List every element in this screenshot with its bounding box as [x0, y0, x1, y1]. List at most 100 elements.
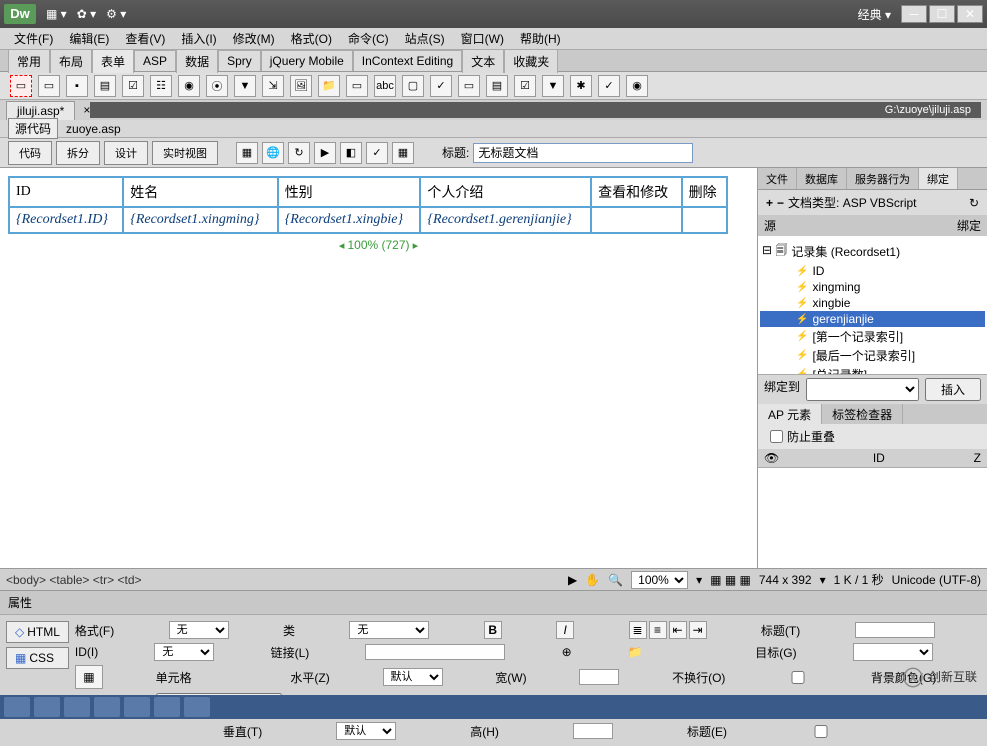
imagefield-icon[interactable]: 🖼	[290, 75, 312, 97]
cell-gender[interactable]: {Recordset1.xingbie}	[278, 207, 421, 233]
checkbox-icon[interactable]: ☑	[122, 75, 144, 97]
cell-intro[interactable]: {Recordset1.gerenjianjie}	[420, 207, 591, 233]
prevent-overlap-checkbox[interactable]	[770, 430, 783, 443]
menu-edit[interactable]: 编辑(E)	[61, 27, 117, 50]
outdent-button[interactable]: ⇤	[669, 621, 687, 639]
cell-edit[interactable]	[591, 207, 682, 233]
window-size-menu[interactable]: ▦ ▦ ▦	[710, 573, 751, 587]
css-mode-button[interactable]: ▦CSS	[6, 647, 69, 669]
col-edit[interactable]: 查看和修改	[591, 177, 682, 207]
pointer-tool-icon[interactable]: ▶	[568, 573, 577, 587]
spry-textarea-icon[interactable]: ▤	[486, 75, 508, 97]
design-table[interactable]: ID 姓名 性别 个人介绍 查看和修改 删除 {Recordset1.ID} {…	[8, 176, 728, 234]
menu-format[interactable]: 格式(O)	[283, 27, 340, 50]
title-input[interactable]	[473, 143, 693, 163]
tab-data[interactable]: 数据	[176, 49, 218, 73]
design-view-button[interactable]: 设计	[104, 141, 148, 165]
spry-validation-icon[interactable]: ✓	[430, 75, 452, 97]
tab-layout[interactable]: 布局	[50, 49, 92, 73]
tab-ap-elements[interactable]: AP 元素	[758, 404, 822, 424]
col-intro[interactable]: 个人介绍	[420, 177, 591, 207]
tab-jquery[interactable]: jQuery Mobile	[261, 50, 353, 71]
label-icon[interactable]: abc	[374, 75, 396, 97]
spry-textfield-icon[interactable]: ▭	[458, 75, 480, 97]
eye-icon[interactable]: 👁	[764, 451, 865, 465]
tab-bindings[interactable]: 绑定	[919, 168, 958, 189]
button-icon[interactable]: ▭	[346, 75, 368, 97]
form-icon[interactable]: ▭	[10, 75, 32, 97]
menu-help[interactable]: 帮助(H)	[512, 27, 569, 50]
tab-tag-inspector[interactable]: 标签检查器	[822, 404, 903, 424]
live-view-button[interactable]: 实时视图	[152, 141, 218, 165]
col-id[interactable]: ID	[9, 177, 123, 207]
tab-server-behaviors[interactable]: 服务器行为	[847, 168, 919, 189]
filefield-icon[interactable]: 📁	[318, 75, 340, 97]
menu-modify[interactable]: 修改(M)	[225, 27, 283, 50]
task-item[interactable]	[64, 697, 90, 717]
spry-select-icon[interactable]: ▼	[542, 75, 564, 97]
tab-incontext[interactable]: InContext Editing	[353, 50, 462, 71]
zoom-select[interactable]: 100%	[631, 571, 688, 589]
menu-site[interactable]: 站点(S)	[397, 27, 453, 50]
checkboxgroup-icon[interactable]: ☷	[150, 75, 172, 97]
hidden-icon[interactable]: ▪	[66, 75, 88, 97]
site-dd-icon[interactable]: ⚙ ▾	[106, 7, 126, 21]
insert-binding-button[interactable]: 插入	[925, 378, 981, 401]
target-select[interactable]	[853, 643, 933, 661]
close-button[interactable]: ✕	[957, 5, 983, 23]
layout-dd-icon[interactable]: ▦ ▾	[46, 7, 67, 21]
server-debug-icon[interactable]: ▶	[314, 142, 336, 164]
ap-list-body[interactable]	[758, 468, 987, 568]
cell-delete[interactable]	[682, 207, 727, 233]
tree-item-gerenjianjie[interactable]: ⚡gerenjianjie	[760, 311, 985, 327]
italic-button[interactable]: I	[556, 621, 574, 639]
refresh-icon[interactable]: ↻	[288, 142, 310, 164]
bind-to-select[interactable]	[806, 378, 919, 401]
textfield-icon[interactable]: ▭	[38, 75, 60, 97]
spry-confirm-icon[interactable]: ✓	[598, 75, 620, 97]
workspace-switcher[interactable]: 经典 ▾	[126, 6, 901, 23]
tree-item-first-index[interactable]: ⚡[第一个记录索引]	[760, 327, 985, 346]
menu-view[interactable]: 查看(V)	[117, 27, 173, 50]
tree-item-xingming[interactable]: ⚡xingming	[760, 279, 985, 295]
tab-common[interactable]: 常用	[8, 49, 50, 73]
format-select[interactable]: 无	[169, 621, 229, 639]
spry-password-icon[interactable]: ✱	[570, 75, 592, 97]
remove-binding-button[interactable]: −	[777, 196, 784, 210]
radio-icon[interactable]: ◉	[178, 75, 200, 97]
design-view[interactable]: ID 姓名 性别 个人介绍 查看和修改 删除 {Recordset1.ID} {…	[0, 168, 757, 568]
heading-input[interactable]	[855, 622, 935, 638]
menu-insert[interactable]: 插入(I)	[173, 27, 224, 50]
zoom-tool-icon[interactable]: 🔍	[608, 573, 623, 587]
maximize-button[interactable]: ☐	[929, 5, 955, 23]
task-item[interactable]	[154, 697, 180, 717]
radiogroup-icon[interactable]: ⦿	[206, 75, 228, 97]
minimize-button[interactable]: ─	[901, 5, 927, 23]
jumpmenu-icon[interactable]: ⇲	[262, 75, 284, 97]
bindings-tree[interactable]: ⊟ 🗐记录集 (Recordset1) ⚡ID ⚡xingming ⚡xingb…	[758, 236, 987, 374]
code-view-button[interactable]: 代码	[8, 141, 52, 165]
vert-select[interactable]: 默认	[336, 722, 396, 740]
close-tab-icon[interactable]: ×	[83, 103, 90, 117]
horiz-select[interactable]: 默认	[383, 668, 443, 686]
add-binding-button[interactable]: +	[766, 196, 773, 210]
link-input[interactable]	[365, 644, 505, 660]
textarea-icon[interactable]: ▤	[94, 75, 116, 97]
browse-icon[interactable]: ◧	[340, 142, 362, 164]
tree-item-last-index[interactable]: ⚡[最后一个记录索引]	[760, 346, 985, 365]
link-browse-icon[interactable]: 📁	[628, 645, 691, 659]
split-view-button[interactable]: 拆分	[56, 141, 100, 165]
tab-asp[interactable]: ASP	[134, 50, 176, 71]
col-gender[interactable]: 性别	[278, 177, 421, 207]
spry-checkbox-icon[interactable]: ☑	[514, 75, 536, 97]
task-item[interactable]	[4, 697, 30, 717]
ul-button[interactable]: ≣	[629, 621, 647, 639]
tab-spry[interactable]: Spry	[218, 50, 261, 71]
select-icon[interactable]: ▼	[234, 75, 256, 97]
extend-dd-icon[interactable]: ✿ ▾	[77, 7, 96, 21]
properties-header[interactable]: 属性	[0, 591, 987, 615]
canvas-size[interactable]: 744 x 392	[759, 573, 812, 587]
tab-forms[interactable]: 表单	[92, 49, 134, 73]
tag-selector[interactable]: <body> <table> <tr> <td>	[6, 573, 568, 587]
source-code-button[interactable]: 源代码	[8, 118, 58, 139]
